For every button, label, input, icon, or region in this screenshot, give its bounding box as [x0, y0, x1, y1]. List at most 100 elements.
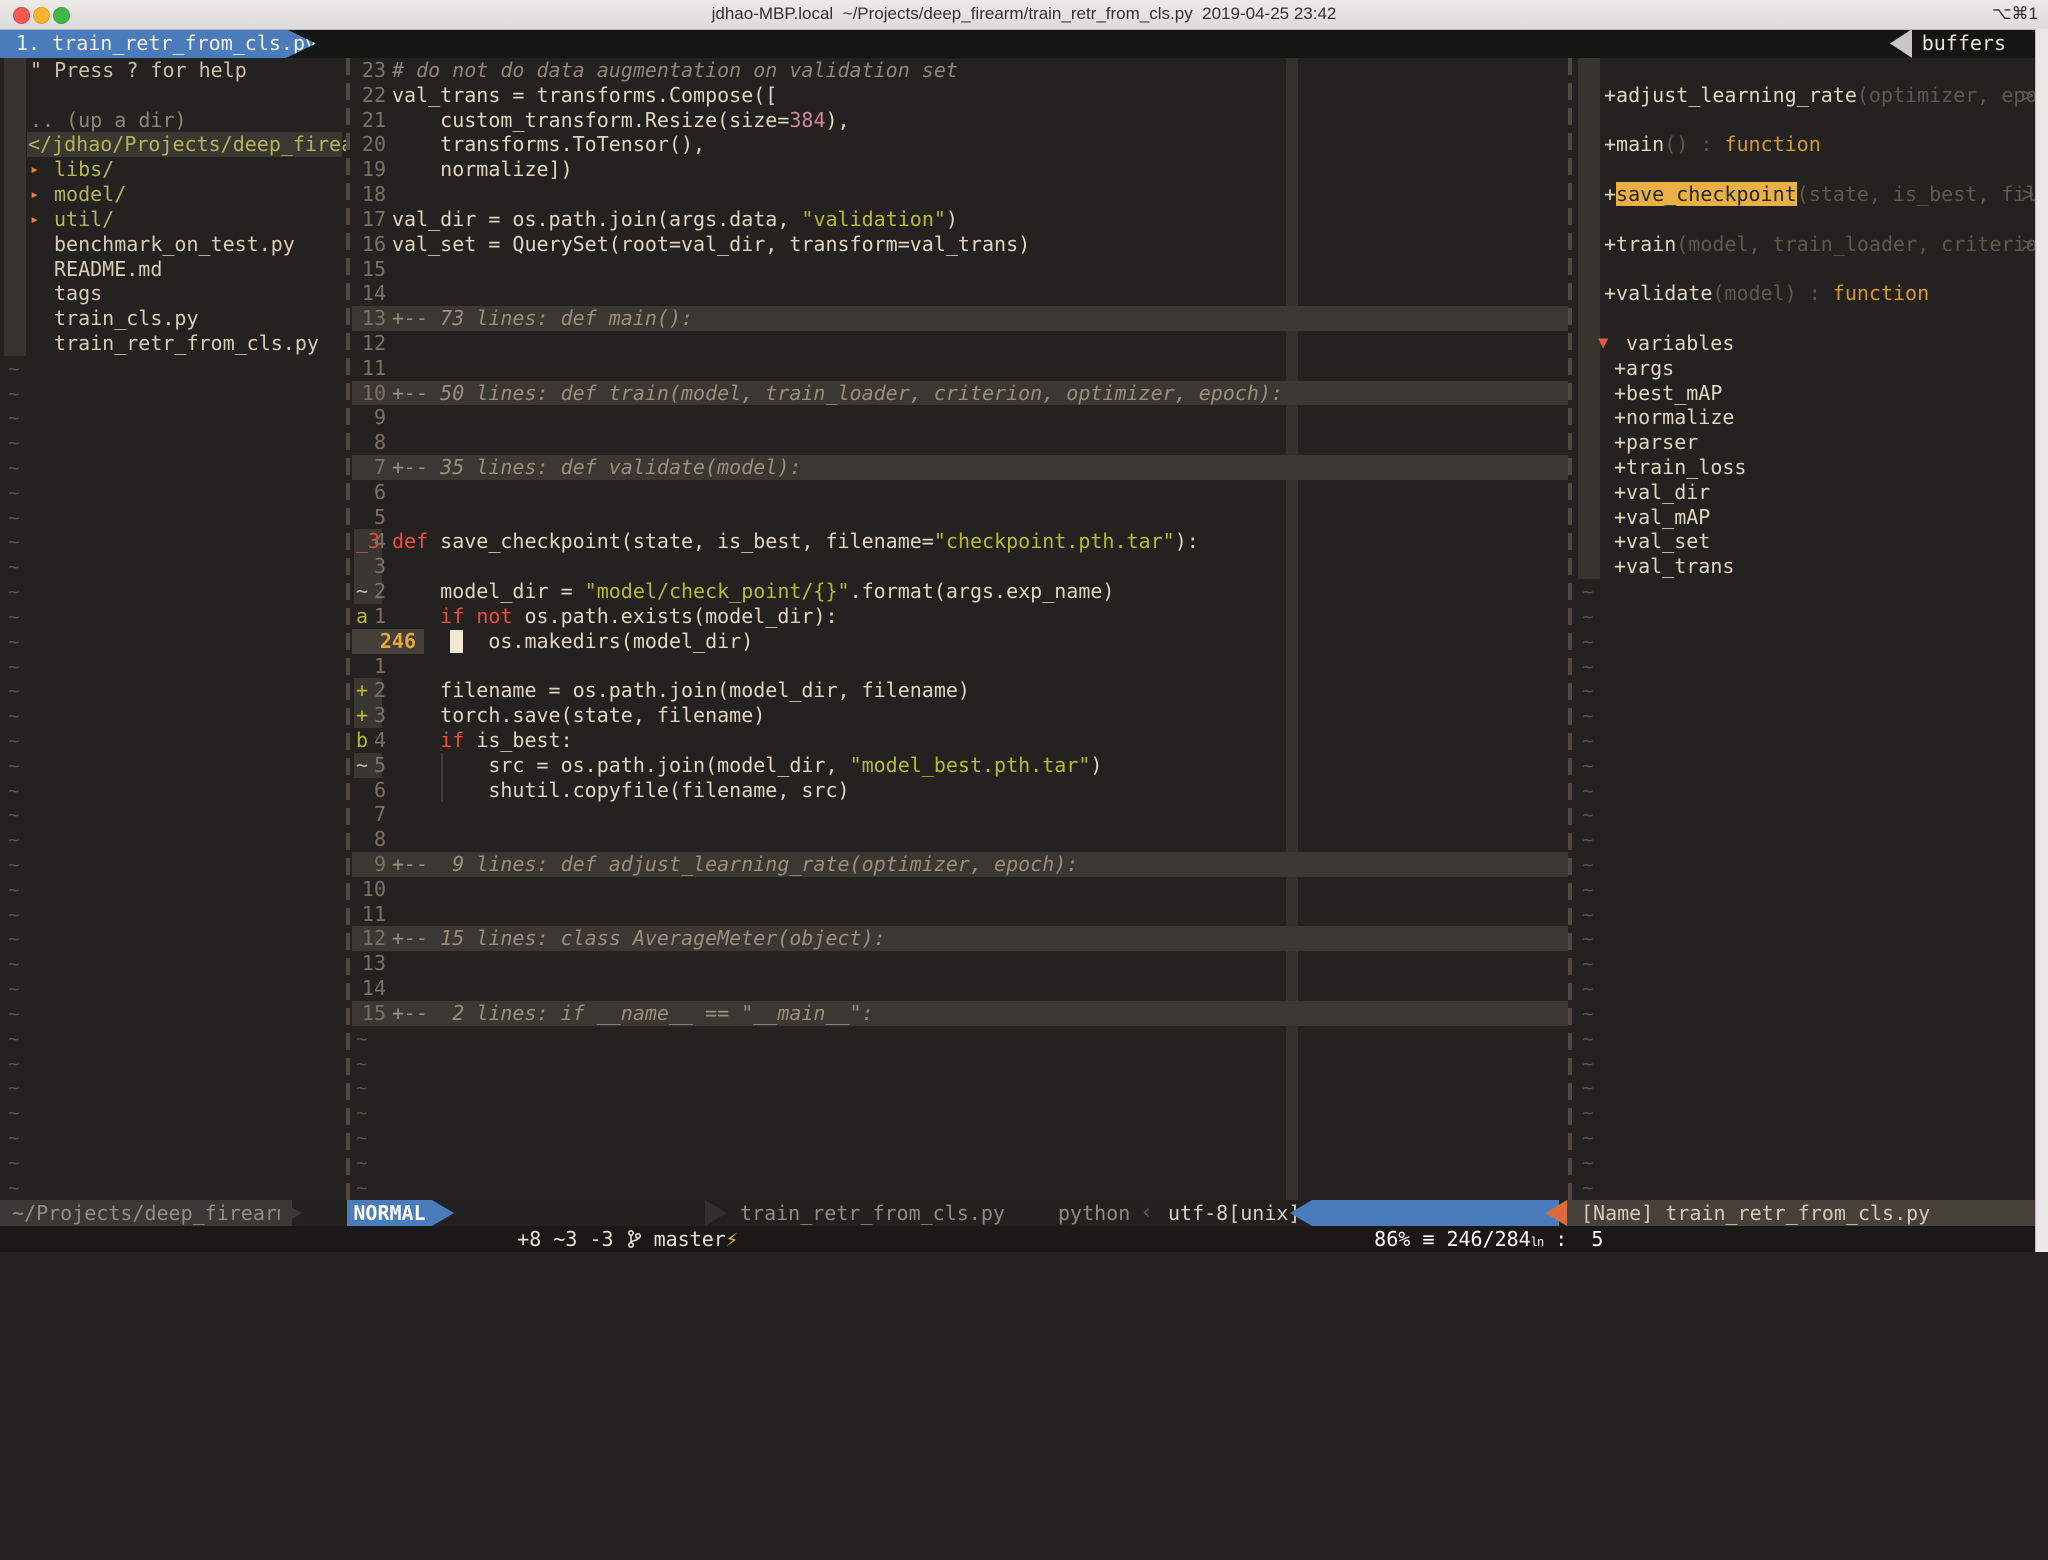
code-text: val_dir = os.path.join(args.data, "valid…: [392, 207, 958, 231]
empty-line-tilde: ~: [1574, 904, 1593, 926]
code-fold-line[interactable]: 7+-- 35 lines: def validate(model):: [352, 455, 1568, 480]
line-number: 11: [352, 902, 386, 927]
code-line[interactable]: ~ 2 model_dir = "model/check_point/{}".f…: [352, 579, 1568, 604]
tagbar-row-var[interactable]: +args: [1574, 356, 2036, 381]
code-line[interactable]: 12: [352, 331, 1568, 356]
code-fold-line[interactable]: 10+-- 50 lines: def train(model, train_l…: [352, 381, 1568, 406]
code-line[interactable]: 5: [352, 505, 1568, 530]
code-line[interactable]: 6 shutil.copyfile(filename, src): [352, 778, 1568, 803]
tagbar-empty-row: ~: [1574, 1051, 2036, 1076]
code-line[interactable]: 17val_dir = os.path.join(args.data, "val…: [352, 207, 1568, 232]
code-line[interactable]: 9: [352, 405, 1568, 430]
tagbar-row-var[interactable]: +best_mAP: [1574, 381, 2036, 406]
nerdtree-row-file[interactable]: README.md: [0, 257, 346, 282]
nerdtree-row-file[interactable]: train_retr_from_cls.py: [0, 331, 346, 356]
nerdtree-empty-row: ~: [0, 1175, 346, 1200]
nerdtree-row-up[interactable]: .. (up a dir): [0, 108, 346, 133]
code-token: "checkpoint.pth.tar": [934, 529, 1175, 553]
tagbar-empty-row: ~: [1574, 802, 2036, 827]
terminal-scrollbar[interactable]: [2035, 29, 2048, 1252]
code-line[interactable]: 1: [352, 654, 1568, 679]
nerdtree-empty-row: ~: [0, 1026, 346, 1051]
line-number: 21: [352, 108, 386, 133]
tagbar-row-var[interactable]: +val_dir: [1574, 480, 2036, 505]
code-token: save_checkpoint(state, is_best, filename…: [428, 529, 934, 553]
code-fold-line[interactable]: 13+-- 73 lines: def main():: [352, 306, 1568, 331]
line-number: 13: [352, 306, 386, 331]
empty-line-tilde: ~: [1574, 1053, 1593, 1075]
nerdtree-row-file[interactable]: tags: [0, 281, 346, 306]
code-line[interactable]: 3: [352, 554, 1568, 579]
code-text: filename = os.path.join(model_dir, filen…: [392, 678, 970, 702]
tagbar-row-var[interactable]: +parser: [1574, 430, 2036, 455]
code-line[interactable]: 18: [352, 182, 1568, 207]
truncation-marker: >: [2022, 232, 2034, 257]
code-line[interactable]: 23# do not do data augmentation on valid…: [352, 58, 1568, 83]
nerdtree-row-dir[interactable]: ▸util/: [0, 207, 346, 232]
tagbar-row-fn[interactable]: +main() : function: [1574, 132, 2036, 157]
code-line[interactable]: 4b if is_best:: [352, 728, 1568, 753]
tagbar-row-fn[interactable]: +validate(model) : function: [1574, 281, 2036, 306]
empty-line-tilde: ~: [0, 755, 19, 777]
git-branch-icon: [626, 1229, 642, 1249]
tagbar-row-section[interactable]: ▼variables: [1574, 331, 2036, 356]
code-line[interactable]: 14: [352, 976, 1568, 1001]
empty-line-tilde: ~: [1574, 804, 1593, 826]
nerdtree-row-file[interactable]: train_cls.py: [0, 306, 346, 331]
nerdtree-row-dir[interactable]: ▸libs/: [0, 157, 346, 182]
window-separator-left[interactable]: [346, 58, 350, 1200]
nerdtree-row-file[interactable]: benchmark_on_test.py: [0, 232, 346, 257]
tagbar-row-fn[interactable]: +adjust_learning_rate(optimizer, epo>: [1574, 83, 2036, 108]
code-line[interactable]: 6: [352, 480, 1568, 505]
code-line[interactable]: + 3 torch.save(state, filename): [352, 703, 1568, 728]
code-line[interactable]: _3 4def save_checkpoint(state, is_best, …: [352, 529, 1568, 554]
line-number: 6: [352, 480, 386, 505]
tagbar-row-var[interactable]: +val_set: [1574, 529, 2036, 554]
code-line[interactable]: 22val_trans = transforms.Compose([: [352, 83, 1568, 108]
code-line[interactable]: 14: [352, 281, 1568, 306]
code-fold-line[interactable]: 9+-- 9 lines: def adjust_learning_rate(o…: [352, 852, 1568, 877]
tagbar-row-var[interactable]: +val_trans: [1574, 554, 2036, 579]
nerdtree-row-help[interactable]: " Press ? for help: [0, 58, 346, 83]
nerdtree-empty-row: ~: [0, 480, 346, 505]
code-line[interactable]: 8: [352, 430, 1568, 455]
tagbar-row-var[interactable]: +train_loss: [1574, 455, 2036, 480]
tagbar-row-fn[interactable]: +train(model, train_loader, criterio>: [1574, 232, 2036, 257]
code-fold-line[interactable]: 12+-- 15 lines: class AverageMeter(objec…: [352, 926, 1568, 951]
text-cursor: [450, 630, 463, 653]
code-line[interactable]: 13: [352, 951, 1568, 976]
code-line[interactable]: 11: [352, 902, 1568, 927]
nerdtree-row-root[interactable]: </jdhao/Projects/deep_firear>: [0, 132, 346, 157]
code-line[interactable]: 21 custom_transform.Resize(size=384),: [352, 108, 1568, 133]
code-line[interactable]: ~ 5 src = os.path.join(model_dir, "model…: [352, 753, 1568, 778]
code-line[interactable]: 8: [352, 827, 1568, 852]
tag-kind: function: [1724, 132, 1820, 156]
empty-line-tilde: ~: [0, 507, 19, 529]
tag-signature: (optimizer, epo: [1857, 83, 2036, 107]
tag-name-highlighted: save_checkpoint: [1616, 182, 1797, 206]
code-line[interactable]: 246 os.makedirs(model_dir): [352, 629, 1568, 654]
tagbar-row-fn[interactable]: +save_checkpoint(state, is_best, fil>: [1574, 182, 2036, 207]
code-line[interactable]: 11: [352, 356, 1568, 381]
tab-train-retr-from-cls[interactable]: 1. train_retr_from_cls.py: [0, 29, 316, 58]
code-fold-line[interactable]: 15+-- 2 lines: if __name__ == "__main__"…: [352, 1001, 1568, 1026]
folder-collapsed-arrow-icon: ▸: [30, 182, 39, 207]
empty-line-tilde: ~: [0, 432, 19, 454]
nerdtree-row-dir[interactable]: ▸model/: [0, 182, 346, 207]
tagbar-empty-row: ~: [1574, 926, 2036, 951]
window-separator-right[interactable]: [1568, 58, 1572, 1200]
code-line[interactable]: + 2 filename = os.path.join(model_dir, f…: [352, 678, 1568, 703]
empty-line-tilde: ~: [0, 1152, 19, 1174]
code-line[interactable]: 15: [352, 257, 1568, 282]
code-line[interactable]: 19 normalize]): [352, 157, 1568, 182]
code-line[interactable]: 7: [352, 802, 1568, 827]
code-line[interactable]: 10: [352, 877, 1568, 902]
tagbar-row-var[interactable]: +val_mAP: [1574, 505, 2036, 530]
code-line[interactable]: 16val_set = QuerySet(root=val_dir, trans…: [352, 232, 1568, 257]
tagbar-row-var[interactable]: +normalize: [1574, 405, 2036, 430]
code-token: [392, 728, 440, 752]
code-line[interactable]: 1a if not os.path.exists(model_dir):: [352, 604, 1568, 629]
code-line[interactable]: 20 transforms.ToTensor(),: [352, 132, 1568, 157]
code-window[interactable]: 23# do not do data augmentation on valid…: [352, 58, 1568, 1200]
code-text: # do not do data augmentation on validat…: [392, 58, 958, 82]
